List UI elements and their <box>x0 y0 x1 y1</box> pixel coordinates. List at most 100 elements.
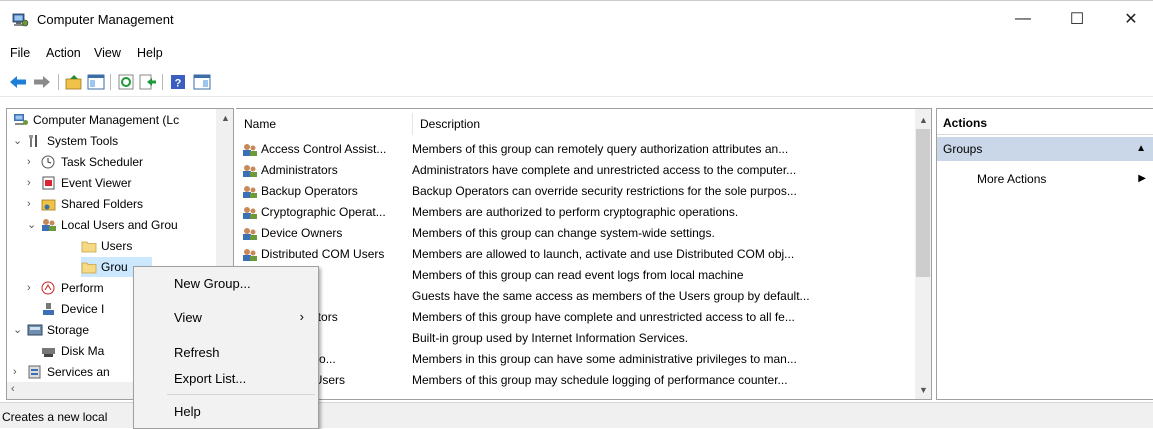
tree-item-disk-management[interactable]: Disk Ma <box>41 341 104 361</box>
expanded-chevron-icon[interactable]: ⌄ <box>13 131 25 151</box>
menu-view[interactable]: View <box>94 46 121 60</box>
table-row[interactable]: ance Log UsersMembers of this group may … <box>236 370 916 391</box>
maximize-button[interactable]: ☐ <box>1054 0 1100 38</box>
groups-list: Name Description Access Control Assist..… <box>236 108 932 400</box>
table-row[interactable]: Access Control Assist... Members of this … <box>236 139 916 160</box>
context-separator <box>167 394 315 395</box>
disk-icon <box>42 347 55 357</box>
menu-help[interactable]: Help <box>137 46 163 60</box>
tree-item-device-manager[interactable]: Device I <box>41 299 104 319</box>
table-row[interactable]: Device Owners Members of this group can c… <box>236 223 916 244</box>
table-row[interactable]: Distributed COM Users Members are allowed… <box>236 244 916 265</box>
computer-management-icon <box>14 113 28 125</box>
collapsed-chevron-icon[interactable]: › <box>27 173 39 193</box>
tree-item-storage[interactable]: ⌄ Storage <box>13 320 89 340</box>
column-header-description[interactable]: Description <box>420 109 480 135</box>
table-row[interactable]: Backup Operators Backup Operators can ove… <box>236 181 916 202</box>
up-folder-icon[interactable] <box>64 72 84 92</box>
group-description: Members of this group may schedule loggi… <box>412 373 788 387</box>
table-row[interactable]: Built-in group used by Internet Informat… <box>236 328 916 349</box>
svg-text:?: ? <box>175 78 182 90</box>
refresh-icon[interactable] <box>116 72 136 92</box>
table-row[interactable]: AdministratorsMembers of this group have… <box>236 307 916 328</box>
tree-item-event-viewer[interactable]: › Event Viewer <box>27 173 131 193</box>
group-name: Access Control Assist... <box>242 139 412 160</box>
group-name: Cryptographic Operat... <box>242 202 412 223</box>
context-item-refresh[interactable]: Refresh <box>174 345 220 360</box>
services-icon <box>28 365 41 379</box>
context-item-view[interactable]: View <box>174 310 202 325</box>
collapsed-chevron-icon[interactable]: › <box>27 278 39 298</box>
group-icon <box>243 185 257 198</box>
scroll-thumb[interactable] <box>916 129 930 277</box>
window-title: Computer Management <box>37 12 174 27</box>
group-name: Device Owners <box>242 223 412 244</box>
group-description: Backup Operators can override security r… <box>412 184 797 198</box>
collapsed-chevron-icon[interactable]: › <box>27 152 39 172</box>
collapse-arrow-icon[interactable]: ▲ <box>1136 137 1146 161</box>
group-icon <box>243 164 257 177</box>
collapsed-chevron-icon[interactable]: › <box>13 362 25 382</box>
tree-item-system-tools[interactable]: ⌄ System Tools <box>13 131 118 151</box>
clock-icon <box>41 155 55 169</box>
scroll-up-icon[interactable]: ▲ <box>919 115 928 125</box>
close-button[interactable]: ✕ <box>1108 0 1153 38</box>
actions-groups-section[interactable]: Groups ▲ <box>937 137 1153 161</box>
tree-item-shared-folders[interactable]: › Shared Folders <box>27 194 143 214</box>
context-item-export-list[interactable]: Export List... <box>174 371 246 386</box>
tools-icon <box>29 134 37 147</box>
scroll-down-icon[interactable]: ▼ <box>919 385 928 395</box>
status-text: Creates a new local <box>2 410 108 424</box>
context-menu: New Group... View › Refresh Export List.… <box>133 266 319 429</box>
show-hide-tree-icon[interactable] <box>86 72 106 92</box>
back-icon[interactable] <box>8 72 28 92</box>
menu-action[interactable]: Action <box>46 46 81 60</box>
context-item-new-group[interactable]: New Group... <box>174 276 251 291</box>
title-bar: Computer Management — ☐ ✕ <box>0 0 1153 40</box>
context-item-help[interactable]: Help <box>174 404 201 419</box>
column-header-name[interactable]: Name <box>244 109 276 135</box>
expanded-chevron-icon[interactable]: ⌄ <box>27 215 39 235</box>
group-description: Built-in group used by Internet Informat… <box>412 331 689 345</box>
group-description: Members in this group can have some admi… <box>412 352 797 366</box>
submenu-arrow-icon: ▶ <box>1138 173 1146 184</box>
menu-bar: File Action View Help <box>0 40 1153 67</box>
export-icon[interactable] <box>138 72 158 92</box>
scroll-up-icon[interactable]: ▲ <box>221 113 230 123</box>
group-description: Members of this group can remotely query… <box>412 142 789 156</box>
expanded-chevron-icon[interactable]: ⌄ <box>13 320 25 340</box>
table-row[interactable]: Guests have the same access as members o… <box>236 286 916 307</box>
table-row[interactable]: Configuratio...Members in this group can… <box>236 349 916 370</box>
scroll-left-icon[interactable]: ‹ <box>11 383 15 395</box>
more-actions-item[interactable]: More Actions <box>977 172 1046 186</box>
folder-icon <box>81 262 97 274</box>
tree-item-users[interactable]: Users <box>81 236 132 256</box>
list-scrollbar[interactable]: ▲ ▼ <box>915 109 931 399</box>
submenu-arrow-icon: › <box>299 309 304 324</box>
tree-item-services[interactable]: › Services an <box>13 362 110 382</box>
menu-file[interactable]: File <box>10 46 30 60</box>
group-description: Administrators have complete and unrestr… <box>412 163 797 177</box>
minimize-button[interactable]: — <box>1000 0 1046 38</box>
device-manager-icon <box>43 302 54 315</box>
show-action-pane-icon[interactable] <box>192 72 212 92</box>
tree-item-computer-management[interactable]: Computer Management (Lc <box>13 110 179 130</box>
group-description: Guests have the same access as members o… <box>412 289 810 303</box>
group-icon <box>243 143 257 156</box>
group-description: Members of this group can read event log… <box>412 268 744 282</box>
folder-icon <box>81 241 97 253</box>
collapsed-chevron-icon[interactable]: › <box>27 194 39 214</box>
tree-item-local-users-and-groups[interactable]: ⌄ Local Users and Grou <box>27 215 178 235</box>
group-name: Backup Operators <box>242 181 412 202</box>
help-icon[interactable]: ? <box>168 72 188 92</box>
forward-icon[interactable] <box>32 72 52 92</box>
tree-item-performance[interactable]: › Perform <box>27 278 104 298</box>
group-icon <box>243 227 257 240</box>
tree-item-task-scheduler[interactable]: › Task Scheduler <box>27 152 143 172</box>
group-description: Members of this group have complete and … <box>412 310 795 324</box>
group-icon <box>243 206 257 219</box>
table-row[interactable]: Administrators Administrators have comple… <box>236 160 916 181</box>
group-description: Members of this group can change system-… <box>412 226 715 240</box>
table-row[interactable]: g ReadersMembers of this group can read … <box>236 265 916 286</box>
table-row[interactable]: Cryptographic Operat... Members are autho… <box>236 202 916 223</box>
